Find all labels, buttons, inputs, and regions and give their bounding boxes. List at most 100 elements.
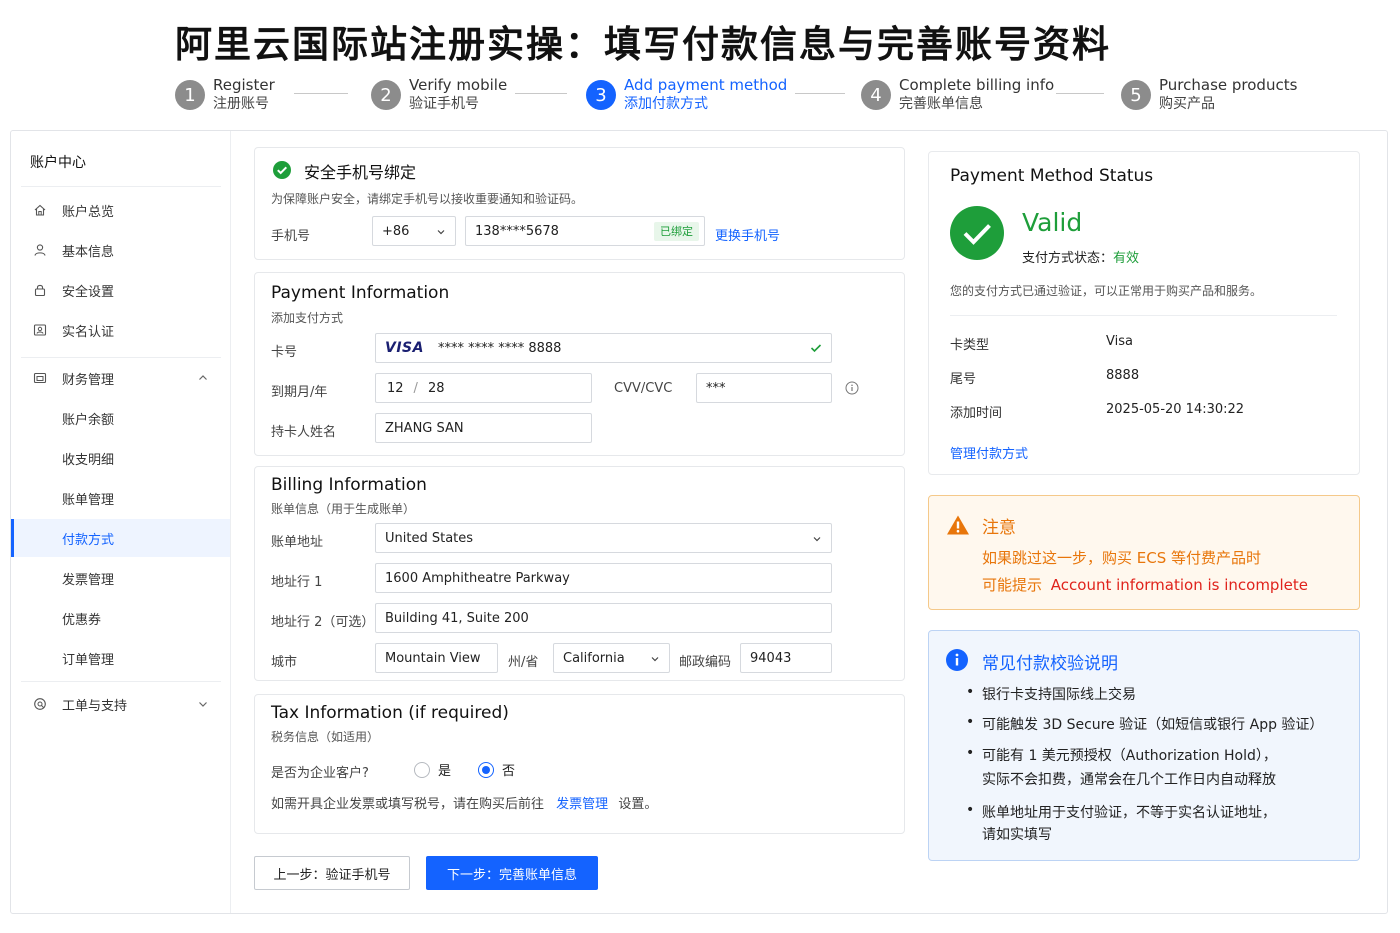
sidebar-item-label: 发票管理: [62, 572, 115, 588]
step-label-en: Complete billing info: [899, 76, 1055, 94]
tip-text: 可能有 1 美元预授权（Authorization Hold），: [982, 748, 1277, 764]
radio-no[interactable]: 否: [478, 760, 515, 779]
country-select[interactable]: United States: [375, 523, 832, 553]
step-label-cn: 完善账单信息: [899, 96, 983, 112]
phone-label: 手机号: [271, 229, 311, 244]
billing-subtitle: 账单信息（用于生成账单）: [271, 502, 416, 516]
address-line1-value: 1600 Amphitheatre Parkway: [385, 570, 570, 586]
status-divider: [950, 315, 1337, 316]
sidebar: 账户中心 账户总览 基本信息 安全设置 实名认证 财务管理 账户余额 收支明细 …: [11, 131, 231, 913]
card-tail-label: 尾号: [950, 372, 977, 387]
sidebar-item-label: 工单与支持: [62, 698, 128, 714]
card-type-value: Visa: [1106, 334, 1133, 349]
chevron-down-icon: [436, 226, 446, 236]
sidebar-divider: [21, 681, 221, 682]
zip-label: 邮政编码: [679, 655, 732, 670]
warning-line2: 可能提示 Account information is incomplete: [982, 574, 1308, 595]
tip-text: 可能触发 3D Secure 验证（如短信或银行 App 验证）: [982, 717, 1324, 733]
visa-logo: VISA: [385, 340, 424, 356]
tax-note-text: 如需开具企业发票或填写税号，请在购买后前往: [271, 797, 545, 812]
page-title: 阿里云国际站注册实操：填写付款信息与完善账号资料: [175, 23, 1111, 66]
id-card-icon: [33, 323, 47, 337]
step-number: 5: [1121, 80, 1151, 110]
warning-notice: 注意 如果跳过这一步，购买 ECS 等付费产品时 可能提示 Account in…: [928, 495, 1360, 610]
sidebar-item-payment-methods[interactable]: 付款方式: [11, 519, 230, 557]
support-icon: [33, 697, 47, 711]
sidebar-item-invoices[interactable]: 发票管理: [11, 559, 230, 597]
sidebar-item-label: 账单管理: [62, 492, 115, 508]
sidebar-item-finance[interactable]: 财务管理: [11, 359, 230, 397]
cardholder-input[interactable]: ZHANG SAN: [375, 413, 592, 443]
phone-number-value: 138****5678: [475, 223, 559, 239]
radio-yes[interactable]: 是: [414, 760, 451, 779]
sidebar-item-support[interactable]: 工单与支持: [11, 685, 230, 723]
address-line2-input[interactable]: Building 41, Suite 200: [375, 603, 832, 633]
sidebar-item-real-name[interactable]: 实名认证: [11, 311, 230, 349]
radio-no-label: 否: [502, 764, 516, 779]
phone-number-input[interactable]: 138****5678 已绑定: [465, 216, 705, 246]
country-code-select[interactable]: +86: [372, 216, 456, 246]
payment-title: Payment Information: [271, 283, 450, 303]
billing-address-label: 账单地址: [271, 535, 324, 550]
status-title: Payment Method Status: [950, 166, 1154, 186]
address-line2-value: Building 41, Suite 200: [385, 610, 529, 626]
tip-text: 请如实填写: [982, 827, 1052, 843]
tax-note-suffix: 设置。: [618, 797, 658, 812]
state-select[interactable]: California: [553, 643, 670, 673]
step-label-en: Purchase products: [1159, 76, 1298, 94]
sidebar-item-balance[interactable]: 账户余额: [11, 399, 230, 437]
progress-steps: 1 Register 注册账号 2 Verify mobile 验证手机号 3 …: [0, 76, 1400, 120]
tax-subtitle: 税务信息（如适用）: [271, 730, 380, 744]
step-billing-info: 4 Complete billing info 完善账单信息: [861, 76, 1054, 114]
added-time-value: 2025-05-20 14:30:22: [1106, 402, 1245, 417]
radio-no-circle[interactable]: [478, 761, 494, 778]
sidebar-item-label: 付款方式: [62, 532, 115, 548]
info-circle-icon: [946, 649, 968, 671]
sidebar-item-label: 财务管理: [62, 372, 115, 388]
expiry-input[interactable]: 12 / 28: [375, 373, 592, 403]
card-type-label: 卡类型: [950, 338, 990, 353]
radio-yes-label: 是: [438, 764, 452, 779]
invoice-management-link[interactable]: 发票管理: [556, 797, 608, 812]
sidebar-item-orders[interactable]: 订单管理: [11, 639, 230, 677]
manage-payment-link[interactable]: 管理付款方式: [950, 443, 1028, 462]
change-phone-link[interactable]: 更换手机号: [715, 225, 780, 244]
step-connector: [795, 93, 845, 94]
cvv-value: ***: [706, 380, 726, 396]
sidebar-item-security[interactable]: 安全设置: [11, 271, 230, 309]
sidebar-item-basic-info[interactable]: 基本信息: [11, 231, 230, 269]
card-number-input[interactable]: VISA **** **** **** 8888: [375, 333, 832, 363]
next-step-button[interactable]: 下一步：完善账单信息: [426, 856, 598, 890]
step-connector: [294, 93, 348, 94]
state-value: California: [563, 650, 625, 666]
phone-binding-card: 安全手机号绑定 为保障账户安全，请绑定手机号以接收重要通知和验证码。 手机号 +…: [254, 147, 905, 260]
zip-input[interactable]: 94043: [740, 643, 832, 673]
city-label: 城市: [271, 655, 298, 670]
sidebar-item-overview[interactable]: 账户总览: [11, 191, 230, 229]
prev-step-button[interactable]: 上一步：验证手机号: [254, 856, 410, 890]
radio-yes-circle[interactable]: [414, 761, 430, 778]
sidebar-item-coupons[interactable]: 优惠券: [11, 599, 230, 637]
sidebar-item-transactions[interactable]: 收支明细: [11, 439, 230, 477]
step-label-en: Add payment method: [624, 76, 788, 94]
cvv-input[interactable]: ***: [696, 373, 832, 403]
tip-text: 银行卡支持国际线上交易: [982, 687, 1136, 703]
city-input[interactable]: Mountain View: [375, 643, 498, 673]
status-state-label: 支付方式状态：: [1022, 251, 1114, 266]
info-icon[interactable]: [845, 380, 859, 395]
step-register: 1 Register 注册账号: [175, 76, 275, 114]
billing-title: Billing Information: [271, 475, 427, 495]
sidebar-item-label: 实名认证: [62, 324, 115, 340]
step-number: 2: [371, 80, 401, 110]
sidebar-item-bills[interactable]: 账单管理: [11, 479, 230, 517]
status-line: 支付方式状态：有效: [1022, 247, 1139, 266]
address-line1-input[interactable]: 1600 Amphitheatre Parkway: [375, 563, 832, 593]
status-state-value: 有效: [1113, 251, 1140, 266]
lock-icon: [33, 283, 47, 297]
sidebar-item-label: 基本信息: [62, 244, 115, 260]
step-purchase: 5 Purchase products 购买产品: [1121, 76, 1297, 114]
city-value: Mountain View: [385, 650, 481, 666]
home-icon: [33, 203, 47, 217]
cvv-label: CVV/CVC: [614, 381, 673, 396]
payment-status-card: Payment Method Status Valid 支付方式状态：有效 您的…: [928, 151, 1360, 475]
